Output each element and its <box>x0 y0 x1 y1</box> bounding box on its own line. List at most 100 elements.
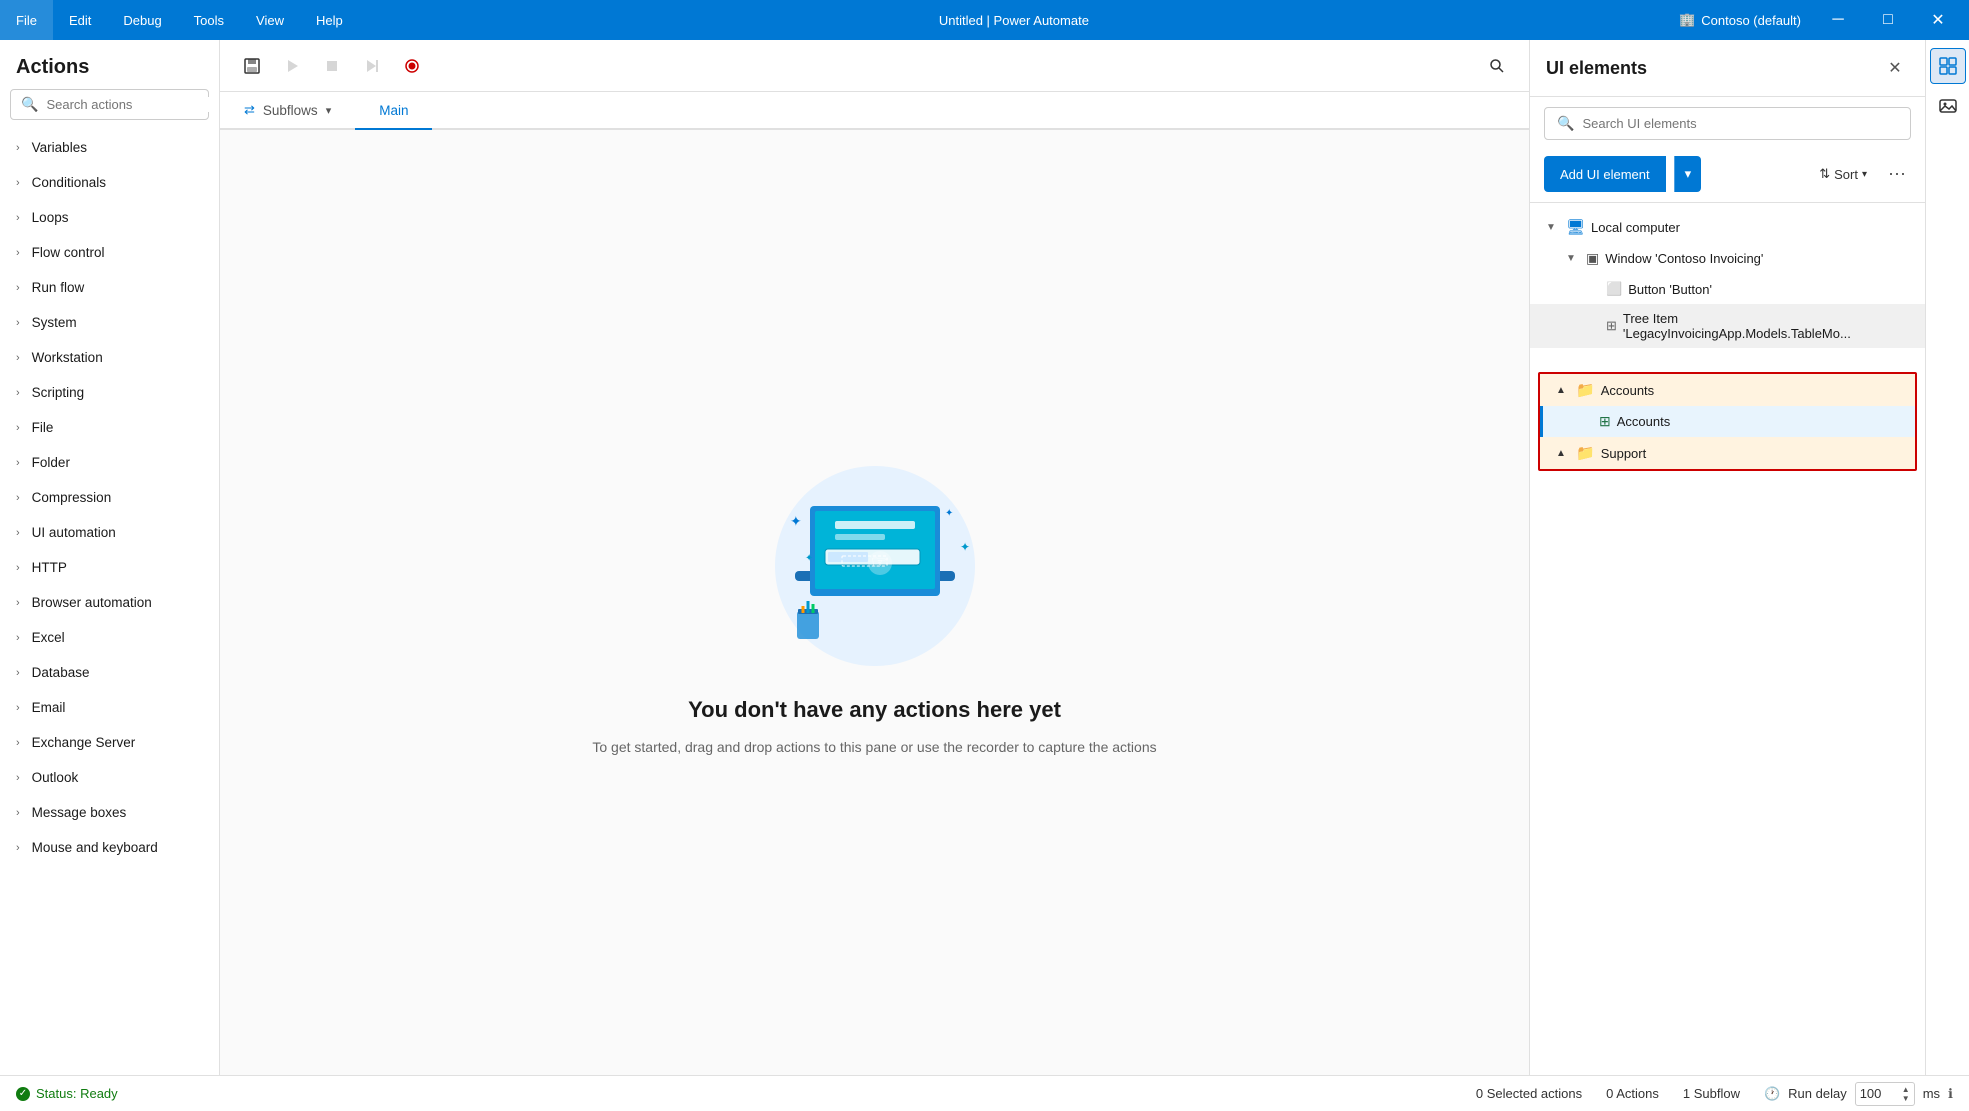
flow-toolbar <box>220 40 1529 92</box>
expand-icon: ▼ <box>1566 253 1580 264</box>
search-input[interactable] <box>46 97 220 112</box>
action-label: Browser automation <box>32 595 152 610</box>
action-item-workstation[interactable]: › Workstation <box>0 340 219 375</box>
folder-icon: 📁 <box>1576 444 1595 462</box>
action-label: Run flow <box>32 280 85 295</box>
actions-title: Actions <box>0 40 219 89</box>
search-icon: 🔍 <box>1557 115 1574 132</box>
expand-icon: ▲ <box>1556 448 1570 459</box>
tree-item-local-computer[interactable]: ▼ 🖥 Local computer <box>1530 211 1925 243</box>
tree-item-support-folder[interactable]: ▲ 📁 Support <box>1540 437 1915 469</box>
play-button[interactable] <box>276 50 308 82</box>
sort-icon: ⇅ <box>1819 166 1830 182</box>
accounts-section-highlight: ▲ 📁 Accounts ⊞ Accounts ▲ 📁 Support <box>1538 372 1917 471</box>
action-item-http[interactable]: › HTTP <box>0 550 219 585</box>
tree-item-accounts-folder[interactable]: ▲ 📁 Accounts <box>1540 374 1915 406</box>
close-button[interactable]: ✕ <box>1915 0 1961 40</box>
run-delay-value: 100 <box>1860 1086 1882 1101</box>
subflows-chevron: ▾ <box>326 104 332 117</box>
action-item-loops[interactable]: › Loops <box>0 200 219 235</box>
search-icon: 🔍 <box>21 96 38 113</box>
menu-tools[interactable]: Tools <box>178 0 240 40</box>
tree-item-button[interactable]: ⬜ Button 'Button' <box>1530 274 1925 304</box>
menu-help[interactable]: Help <box>300 0 359 40</box>
action-item-mouse-keyboard[interactable]: › Mouse and keyboard <box>0 830 219 865</box>
action-item-folder[interactable]: › Folder <box>0 445 219 480</box>
ui-elements-icon-button[interactable] <box>1930 48 1966 84</box>
action-item-run-flow[interactable]: › Run flow <box>0 270 219 305</box>
action-item-email[interactable]: › Email <box>0 690 219 725</box>
tree-item-accounts-table[interactable]: ⊞ Accounts <box>1540 406 1915 437</box>
folder-icon: 📁 <box>1576 381 1595 399</box>
chevron-right-icon: › <box>16 772 20 784</box>
actions-list: › Variables › Conditionals › Loops › Flo… <box>0 130 219 1075</box>
run-delay-input[interactable]: 100 ▲ ▼ <box>1855 1082 1915 1106</box>
chevron-right-icon: › <box>16 352 20 364</box>
action-item-flow-control[interactable]: › Flow control <box>0 235 219 270</box>
menu-edit[interactable]: Edit <box>53 0 107 40</box>
action-label: Outlook <box>32 770 79 785</box>
chevron-right-icon: › <box>16 527 20 539</box>
user-info[interactable]: 🏢 Contoso (default) <box>1669 12 1811 28</box>
titlebar-right: 🏢 Contoso (default) ─ □ ✕ <box>1669 0 1969 40</box>
chevron-right-icon: › <box>16 247 20 259</box>
tree-container: ▼ 🖥 Local computer ▼ ▣ Window 'Contoso I… <box>1530 203 1925 1075</box>
sort-chevron: ▾ <box>1862 169 1867 180</box>
tree-item-label: Support <box>1601 446 1647 461</box>
menu-view[interactable]: View <box>240 0 300 40</box>
sort-button[interactable]: ⇅ Sort ▾ <box>1811 160 1875 188</box>
canvas-illustration: ☞ ✦ ✦ ✦ ✦ <box>735 451 1015 681</box>
tab-subflows[interactable]: ⇄ Subflows ▾ <box>220 92 355 130</box>
action-item-file[interactable]: › File <box>0 410 219 445</box>
subflows-label: Subflows <box>263 103 318 118</box>
action-item-scripting[interactable]: › Scripting <box>0 375 219 410</box>
chevron-right-icon: › <box>16 842 20 854</box>
main-tab-label: Main <box>379 103 408 118</box>
more-options-button[interactable]: ⋯ <box>1883 160 1911 188</box>
record-button[interactable] <box>396 50 428 82</box>
action-item-system[interactable]: › System <box>0 305 219 340</box>
svg-text:✦: ✦ <box>945 508 953 519</box>
save-button[interactable] <box>236 50 268 82</box>
add-ui-element-button[interactable]: Add UI element <box>1544 156 1666 192</box>
action-label: Conditionals <box>32 175 106 190</box>
action-label: Mouse and keyboard <box>32 840 158 855</box>
tab-main[interactable]: Main <box>355 92 432 130</box>
search-flow-button[interactable] <box>1481 50 1513 82</box>
step-button[interactable] <box>356 50 388 82</box>
icon-side-panel <box>1925 40 1969 1075</box>
action-item-ui-automation[interactable]: › UI automation <box>0 515 219 550</box>
action-label: Compression <box>32 490 112 505</box>
tree-item-treeitem[interactable]: ⊞ Tree Item 'LegacyInvoicingApp.Models.T… <box>1530 304 1925 348</box>
action-item-browser-automation[interactable]: › Browser automation <box>0 585 219 620</box>
action-item-variables[interactable]: › Variables <box>0 130 219 165</box>
stop-button[interactable] <box>316 50 348 82</box>
images-icon-button[interactable] <box>1930 88 1966 124</box>
action-label: System <box>32 315 77 330</box>
add-ui-element-dropdown[interactable]: ▾ <box>1674 156 1702 192</box>
action-item-exchange-server[interactable]: › Exchange Server <box>0 725 219 760</box>
action-item-conditionals[interactable]: › Conditionals <box>0 165 219 200</box>
action-item-outlook[interactable]: › Outlook <box>0 760 219 795</box>
action-item-database[interactable]: › Database <box>0 655 219 690</box>
tree-item-window-contoso[interactable]: ▼ ▣ Window 'Contoso Invoicing' <box>1530 243 1925 274</box>
action-label: Email <box>32 700 66 715</box>
button-element-icon: ⬜ <box>1606 281 1622 297</box>
subflow-count: 1 Subflow <box>1683 1086 1740 1101</box>
ui-search-input[interactable] <box>1582 116 1898 131</box>
menu-debug[interactable]: Debug <box>107 0 177 40</box>
spinner-arrows[interactable]: ▲ ▼ <box>1902 1085 1910 1103</box>
maximize-button[interactable]: □ <box>1865 0 1911 40</box>
action-item-excel[interactable]: › Excel <box>0 620 219 655</box>
panel-close-button[interactable]: ✕ <box>1881 54 1909 82</box>
ui-elements-search: 🔍 <box>1544 107 1911 140</box>
action-label: Message boxes <box>32 805 127 820</box>
minimize-button[interactable]: ─ <box>1815 0 1861 40</box>
action-item-compression[interactable]: › Compression <box>0 480 219 515</box>
chevron-right-icon: › <box>16 597 20 609</box>
menu-file[interactable]: File <box>0 0 53 40</box>
run-delay-label: Run delay <box>1788 1086 1847 1101</box>
info-icon[interactable]: ℹ <box>1948 1086 1953 1102</box>
svg-text:✦: ✦ <box>790 513 802 529</box>
action-item-message-boxes[interactable]: › Message boxes <box>0 795 219 830</box>
